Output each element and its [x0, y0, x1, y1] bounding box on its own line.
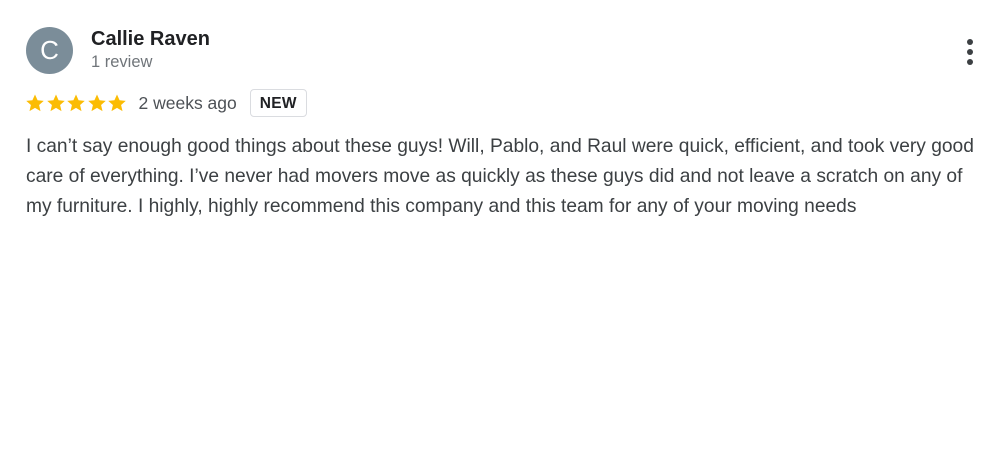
- star-icon: [26, 94, 44, 112]
- star-icon: [46, 94, 65, 112]
- review-count[interactable]: 1 review: [91, 53, 152, 72]
- star-rating: [25, 88, 128, 118]
- more-options-button[interactable]: [956, 34, 984, 70]
- rating-row: 2 weeks ago NEW: [25, 88, 307, 118]
- more-vert-icon-dot: [967, 49, 973, 55]
- review-text: I can’t say enough good things about the…: [26, 136, 974, 217]
- more-vert-icon-dot: [967, 39, 973, 45]
- star-icon: [67, 94, 85, 112]
- review-date: 2 weeks ago: [138, 92, 237, 113]
- review-card: C Callie Raven 1 review 2 weeks ago NEW …: [0, 0, 996, 466]
- new-badge: NEW: [249, 89, 307, 117]
- star-icon: [87, 94, 106, 112]
- star-icon: [108, 94, 126, 112]
- author-name[interactable]: Callie Raven: [91, 28, 210, 51]
- more-vert-icon-dot: [967, 59, 973, 65]
- avatar[interactable]: C: [26, 27, 73, 74]
